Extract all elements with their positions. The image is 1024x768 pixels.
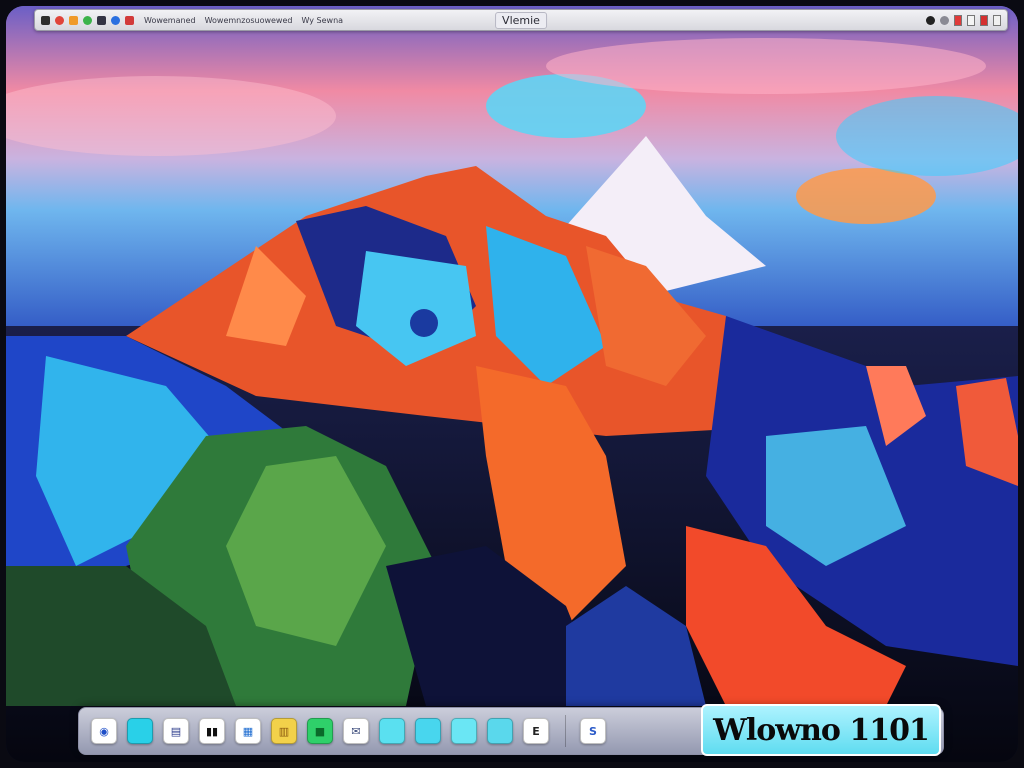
pause-app-glyph: ▮▮ xyxy=(205,724,219,738)
flag-white-2[interactable] xyxy=(993,14,1001,26)
flag-white[interactable] xyxy=(967,14,975,26)
app-icon-red[interactable] xyxy=(55,15,64,25)
apple-icon[interactable] xyxy=(41,15,50,25)
menu-item-2[interactable]: Wowemnzosuowewed xyxy=(205,16,293,25)
editor-app-icon[interactable]: E xyxy=(523,718,549,744)
messages-app-glyph: ■ xyxy=(314,724,326,738)
menu-bar: Wowemaned Wowemnzosuowewed Wy Sewna Vlemie xyxy=(34,9,1008,31)
window-app-icon[interactable] xyxy=(127,718,153,744)
cyan-app-icon-4[interactable] xyxy=(487,718,513,744)
cyan-app-icon-2[interactable] xyxy=(415,718,441,744)
finder-glyph: ◉ xyxy=(99,724,109,738)
flag-red[interactable] xyxy=(954,14,962,26)
status-icon-grey[interactable] xyxy=(940,15,949,25)
clock-widget[interactable]: Wlowno 1101 xyxy=(701,704,941,756)
document-app-icon[interactable]: ▤ xyxy=(163,718,189,744)
calendar-app-icon[interactable]: ▦ xyxy=(235,718,261,744)
messages-app-icon[interactable]: ■ xyxy=(307,718,333,744)
dock: ◉ ▤ ▮▮ ▦ ▥ ■ ✉ E S Wlowno 1101 xyxy=(78,704,944,756)
notes-app-glyph: ▥ xyxy=(278,724,290,738)
dock-app-list: ◉ ▤ ▮▮ ▦ ▥ ■ ✉ E xyxy=(91,718,559,744)
notes-app-icon[interactable]: ▥ xyxy=(271,718,297,744)
mail-app-icon[interactable]: ✉ xyxy=(343,718,369,744)
menu-bar-menus: Wowemaned Wowemnzosuowewed Wy Sewna xyxy=(144,16,343,25)
menu-bar-status-icons xyxy=(926,14,1001,26)
app-icon-blue[interactable] xyxy=(111,15,120,25)
calendar-app-glyph: ▦ xyxy=(242,724,254,738)
flag-red-2[interactable] xyxy=(980,14,988,26)
editor-app-glyph: E xyxy=(532,724,540,738)
status-icon-dark[interactable] xyxy=(926,15,935,25)
app-icon-orange[interactable] xyxy=(69,15,78,25)
desktop-wallpaper xyxy=(6,6,1018,762)
finder-icon[interactable]: ◉ xyxy=(91,718,117,744)
mountain-illustration xyxy=(6,6,1018,762)
dock-separator xyxy=(565,715,566,747)
pause-app-icon[interactable]: ▮▮ xyxy=(199,718,225,744)
app-icon-green[interactable] xyxy=(83,15,92,25)
document-app-glyph: ▤ xyxy=(170,724,182,738)
trash-glyph: S xyxy=(589,724,597,738)
menu-item-3[interactable]: Wy Sewna xyxy=(301,16,343,25)
cyan-app-icon-3[interactable] xyxy=(451,718,477,744)
window-title: Vlemie xyxy=(495,12,547,29)
mail-app-glyph: ✉ xyxy=(351,724,361,738)
cyan-app-icon-1[interactable] xyxy=(379,718,405,744)
app-icon-red-2[interactable] xyxy=(125,15,134,25)
trash-icon[interactable]: S xyxy=(580,718,606,744)
app-icon-dark[interactable] xyxy=(97,15,106,25)
menu-bar-left-icons xyxy=(41,15,134,25)
menu-item-1[interactable]: Wowemaned xyxy=(144,16,196,25)
